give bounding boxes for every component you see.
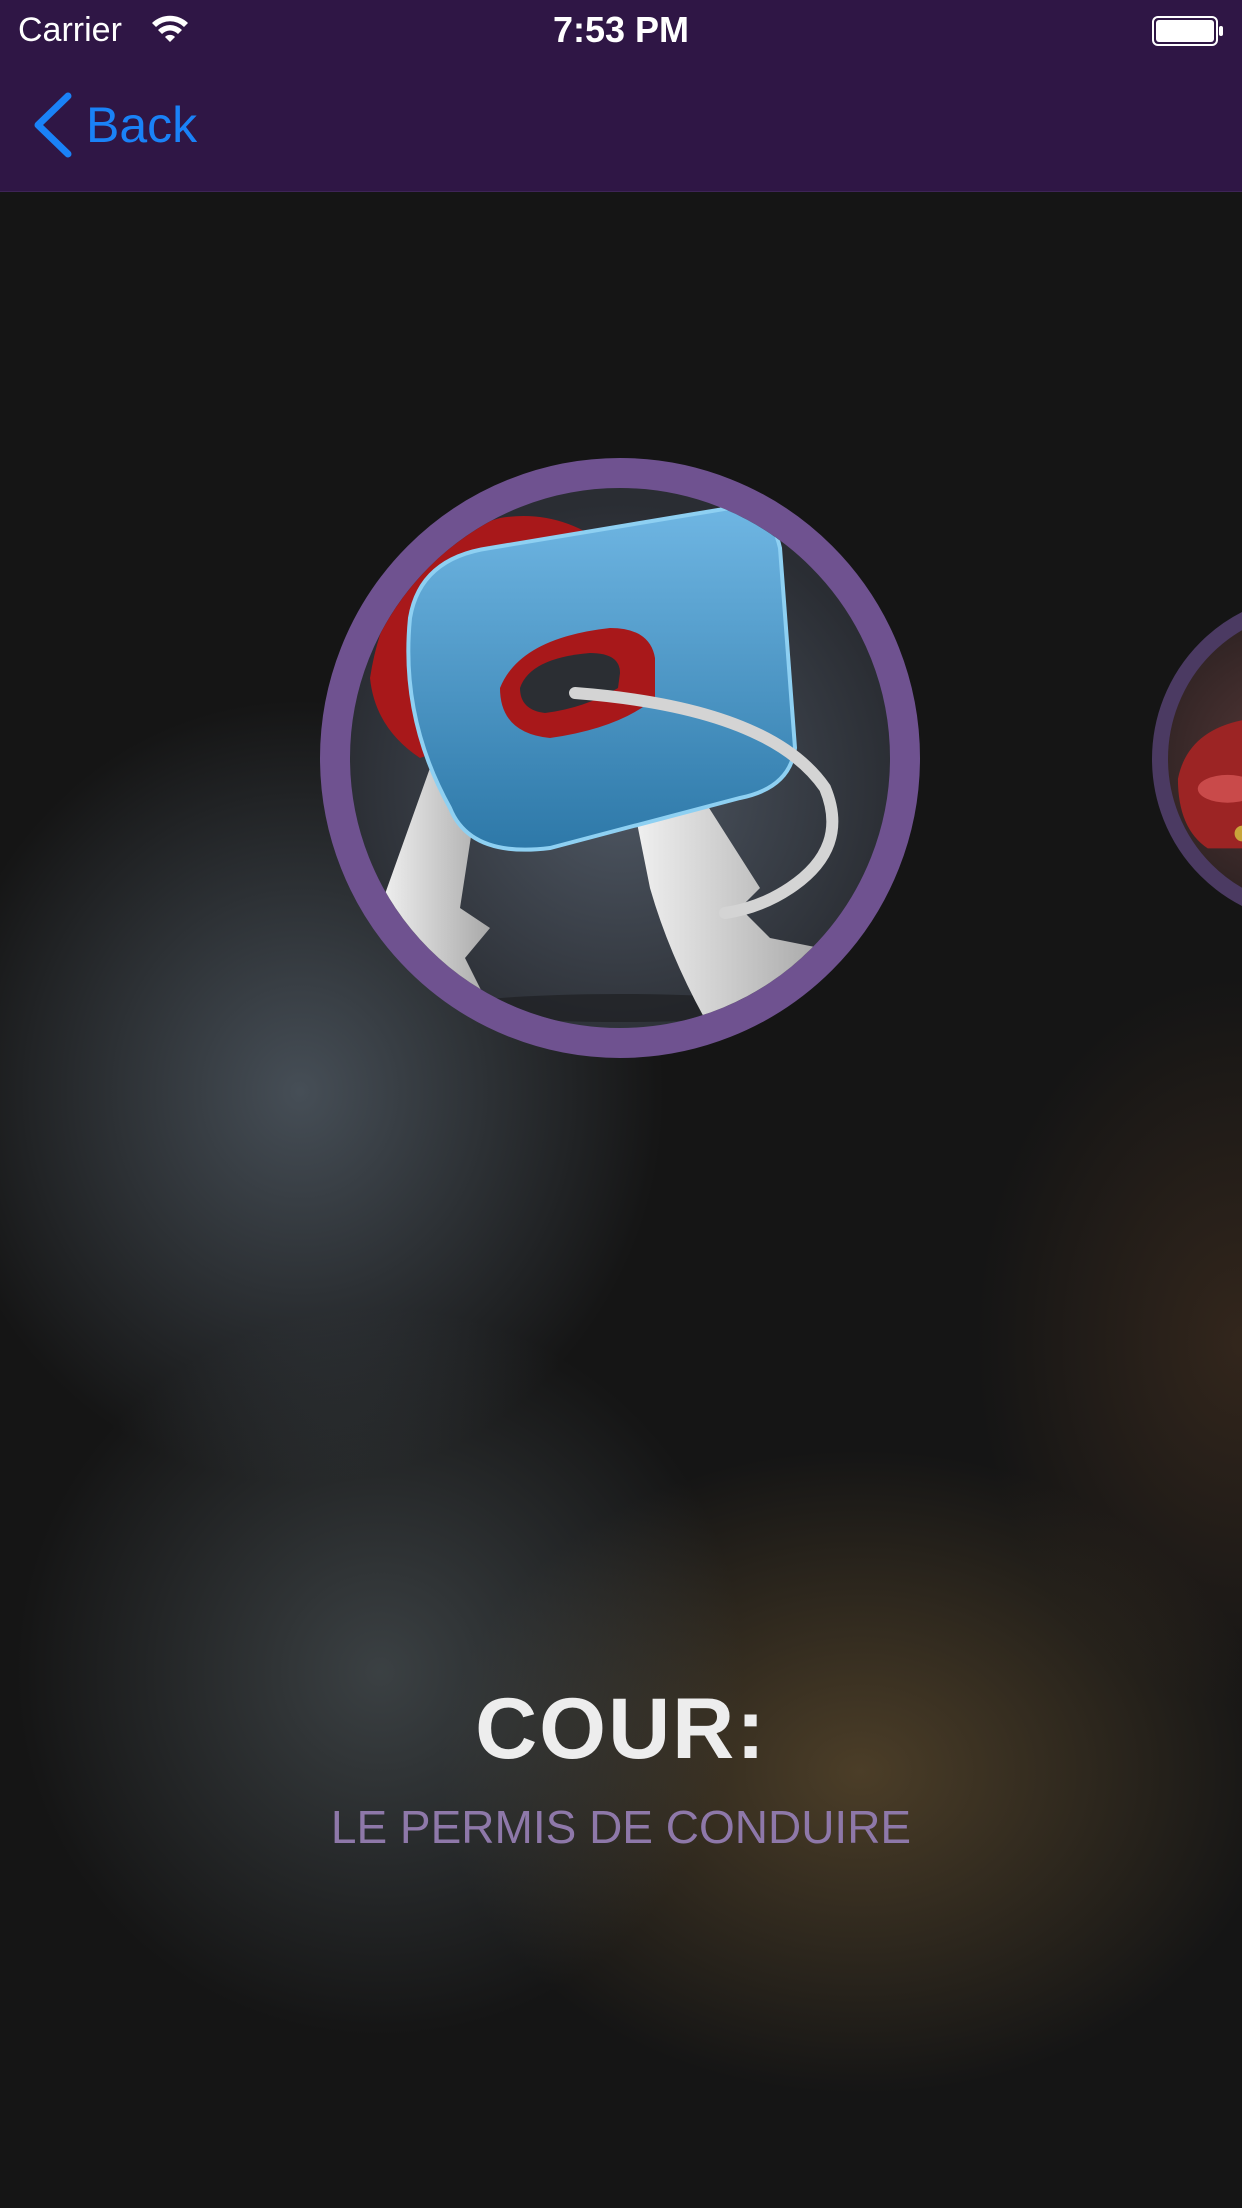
course-title: COUR: <box>475 1681 767 1777</box>
battery-icon <box>1152 16 1223 46</box>
car-keys-image <box>370 505 839 1028</box>
navigation-bar: Back <box>0 60 1242 192</box>
back-button[interactable]: Back <box>30 90 220 160</box>
back-label: Back <box>86 97 198 153</box>
chevron-left-icon <box>34 92 72 158</box>
course-subtitle: LE PERMIS DE CONDUIRE <box>330 1801 912 1853</box>
screen: Carrier 7:53 PM Back COUR: LE PERMIS DE … <box>0 0 1242 2208</box>
course-image-car-keys[interactable] <box>320 458 920 1058</box>
status-bar: Carrier 7:53 PM <box>0 0 1242 60</box>
status-time: 7:53 PM <box>552 9 690 50</box>
